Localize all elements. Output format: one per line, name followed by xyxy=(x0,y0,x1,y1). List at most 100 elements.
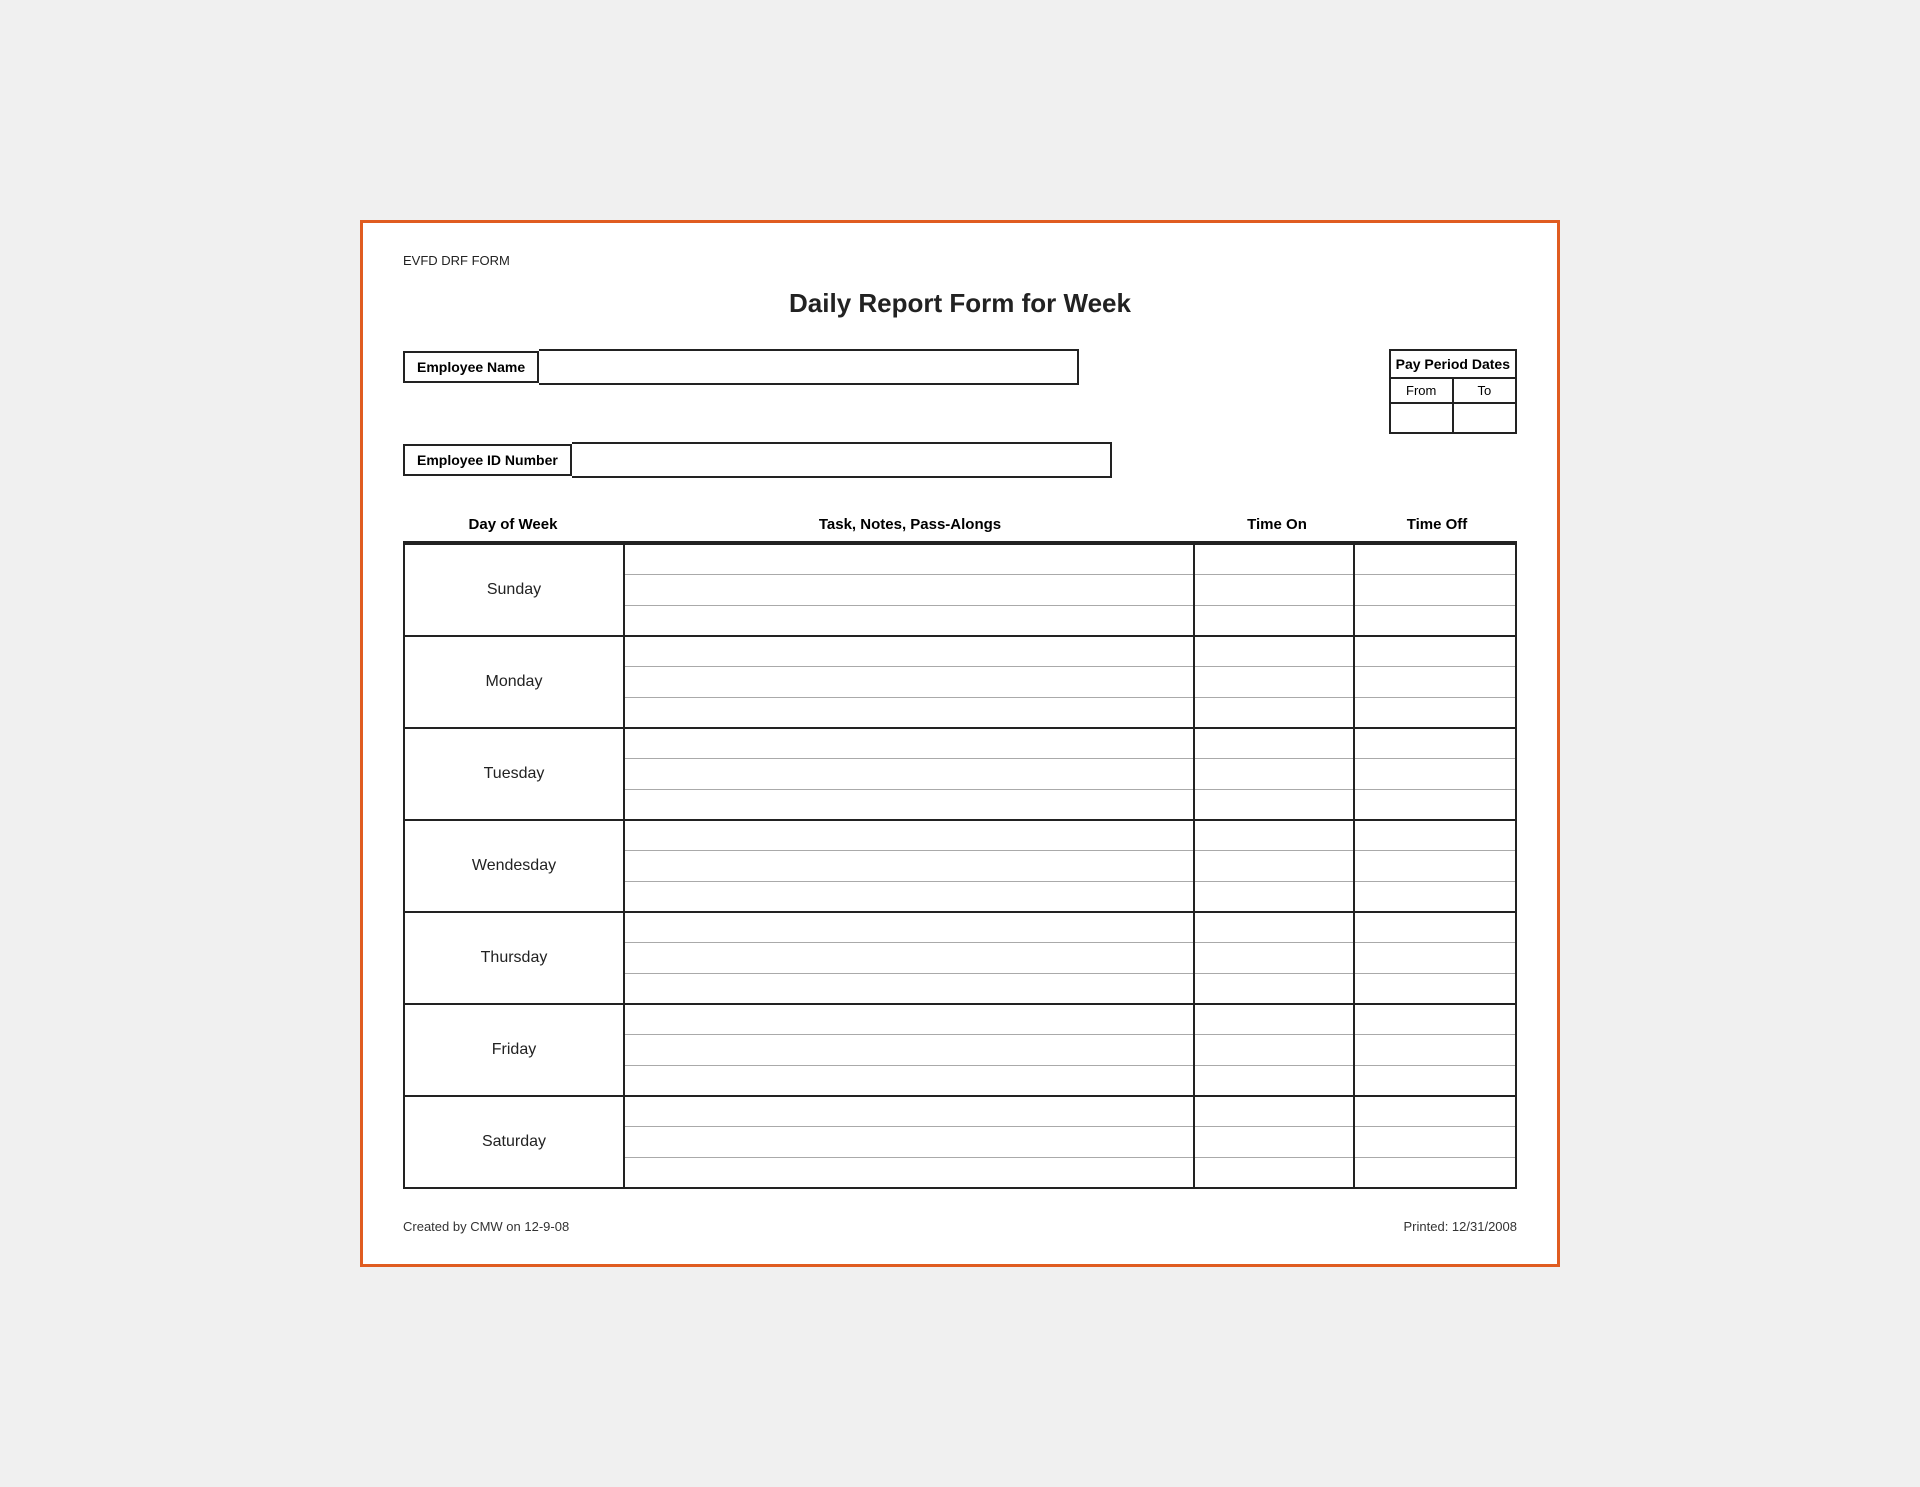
task-line xyxy=(625,545,1193,575)
day-label-friday: Friday xyxy=(405,1005,625,1095)
time-line xyxy=(1195,913,1353,943)
col-header-task: Task, Notes, Pass-Alongs xyxy=(623,508,1197,541)
pay-to-input[interactable] xyxy=(1454,402,1515,432)
time-on-cell-thursday[interactable] xyxy=(1195,913,1355,1003)
col-header-day: Day of Week xyxy=(403,508,623,541)
table-row: Saturday xyxy=(405,1097,1515,1187)
time-line xyxy=(1195,790,1353,819)
table-row: Tuesday xyxy=(405,729,1515,821)
time-off-cell-wednesday[interactable] xyxy=(1355,821,1515,911)
task-cell-tuesday[interactable] xyxy=(625,729,1195,819)
task-line xyxy=(625,913,1193,943)
form-header-label: EVFD DRF FORM xyxy=(403,253,1517,268)
employee-name-label: Employee Name xyxy=(403,351,539,383)
time-off-cell-sunday[interactable] xyxy=(1355,545,1515,635)
col-header-time-off: Time Off xyxy=(1357,508,1517,541)
day-label-sunday: Sunday xyxy=(405,545,625,635)
time-line xyxy=(1355,545,1515,575)
time-on-cell-monday[interactable] xyxy=(1195,637,1355,727)
time-on-cell-friday[interactable] xyxy=(1195,1005,1355,1095)
task-line xyxy=(625,821,1193,851)
time-line xyxy=(1195,637,1353,667)
time-off-cell-tuesday[interactable] xyxy=(1355,729,1515,819)
footer: Created by CMW on 12-9-08 Printed: 12/31… xyxy=(403,1219,1517,1234)
task-cell-monday[interactable] xyxy=(625,637,1195,727)
task-line xyxy=(625,698,1193,727)
task-cell-sunday[interactable] xyxy=(625,545,1195,635)
col-header-time-on: Time On xyxy=(1197,508,1357,541)
time-line xyxy=(1355,729,1515,759)
time-line xyxy=(1355,667,1515,697)
time-off-cell-monday[interactable] xyxy=(1355,637,1515,727)
time-line xyxy=(1195,698,1353,727)
task-line xyxy=(625,637,1193,667)
task-line xyxy=(625,790,1193,819)
pay-from-label: From xyxy=(1391,379,1454,402)
employee-id-field-row: Employee ID Number xyxy=(403,442,1112,478)
time-line xyxy=(1355,606,1515,635)
time-line xyxy=(1195,974,1353,1003)
time-line xyxy=(1195,667,1353,697)
task-line xyxy=(625,882,1193,911)
task-cell-thursday[interactable] xyxy=(625,913,1195,1003)
task-line xyxy=(625,729,1193,759)
task-line xyxy=(625,851,1193,881)
day-label-monday: Monday xyxy=(405,637,625,727)
pay-period-title: Pay Period Dates xyxy=(1391,351,1515,379)
time-line xyxy=(1355,851,1515,881)
table-row: Sunday xyxy=(405,545,1515,637)
footer-printed: Printed: 12/31/2008 xyxy=(1404,1219,1517,1234)
task-line xyxy=(625,943,1193,973)
time-line xyxy=(1195,1005,1353,1035)
time-line xyxy=(1355,637,1515,667)
pay-period-sub-labels: From To xyxy=(1391,379,1515,402)
time-line xyxy=(1355,882,1515,911)
time-line xyxy=(1355,1005,1515,1035)
table-row: Thursday xyxy=(405,913,1515,1005)
time-line xyxy=(1195,606,1353,635)
time-line xyxy=(1355,698,1515,727)
table-row: Monday xyxy=(405,637,1515,729)
task-line xyxy=(625,974,1193,1003)
employee-id-input[interactable] xyxy=(572,442,1112,478)
pay-period-section: Pay Period Dates From To xyxy=(1389,349,1517,434)
task-line xyxy=(625,1035,1193,1065)
pay-to-label: To xyxy=(1454,379,1515,402)
time-off-cell-friday[interactable] xyxy=(1355,1005,1515,1095)
time-line xyxy=(1355,1066,1515,1095)
page-title: Daily Report Form for Week xyxy=(403,288,1517,319)
day-label-saturday: Saturday xyxy=(405,1097,625,1187)
task-line xyxy=(625,1127,1193,1157)
time-on-cell-saturday[interactable] xyxy=(1195,1097,1355,1187)
employee-id-label: Employee ID Number xyxy=(403,444,572,476)
time-line xyxy=(1355,1035,1515,1065)
day-label-tuesday: Tuesday xyxy=(405,729,625,819)
time-line xyxy=(1195,575,1353,605)
task-cell-friday[interactable] xyxy=(625,1005,1195,1095)
time-on-cell-wednesday[interactable] xyxy=(1195,821,1355,911)
day-label-wednesday: Wendesday xyxy=(405,821,625,911)
pay-period-inputs xyxy=(1391,402,1515,432)
task-line xyxy=(625,575,1193,605)
time-line xyxy=(1355,575,1515,605)
page-wrapper: EVFD DRF FORM Daily Report Form for Week… xyxy=(360,220,1560,1267)
time-off-cell-thursday[interactable] xyxy=(1355,913,1515,1003)
employee-name-input[interactable] xyxy=(539,349,1079,385)
top-fields: Employee Name Pay Period Dates From To xyxy=(403,349,1517,434)
time-line xyxy=(1355,974,1515,1003)
task-cell-wednesday[interactable] xyxy=(625,821,1195,911)
time-on-cell-tuesday[interactable] xyxy=(1195,729,1355,819)
employee-id-row: Employee ID Number xyxy=(403,442,1517,478)
task-line xyxy=(625,759,1193,789)
time-line xyxy=(1355,790,1515,819)
time-line xyxy=(1355,1127,1515,1157)
task-cell-saturday[interactable] xyxy=(625,1097,1195,1187)
time-line xyxy=(1195,1097,1353,1127)
pay-from-input[interactable] xyxy=(1391,402,1454,432)
task-line xyxy=(625,1066,1193,1095)
time-line xyxy=(1195,759,1353,789)
time-on-cell-sunday[interactable] xyxy=(1195,545,1355,635)
employee-name-row: Employee Name xyxy=(403,349,1079,385)
time-line xyxy=(1355,1158,1515,1187)
time-off-cell-saturday[interactable] xyxy=(1355,1097,1515,1187)
